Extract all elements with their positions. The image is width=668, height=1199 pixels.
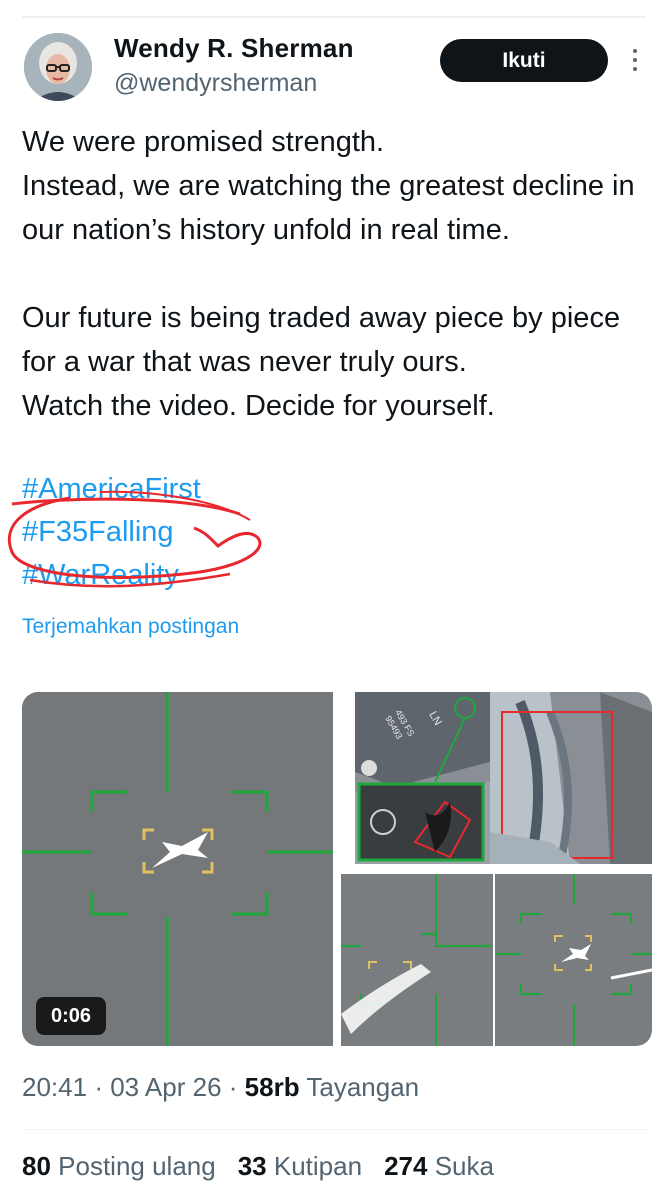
reposts-label: Posting ulang	[58, 1151, 216, 1181]
post-text: We were promised strength. Instead, we a…	[22, 126, 635, 422]
media-grid: LN 493 FS 95493	[22, 692, 652, 1046]
reposts-count: 80	[22, 1151, 51, 1181]
author-name[interactable]: Wendy R. Sherman	[114, 33, 354, 64]
quotes-label: Kutipan	[273, 1151, 363, 1181]
likes-count: 274	[384, 1151, 428, 1181]
reposts-stat[interactable]: 80 Posting ulang	[22, 1151, 216, 1181]
red-annotation-circle	[7, 490, 262, 588]
stats-divider	[22, 1129, 646, 1130]
likes-label: Suka	[434, 1151, 494, 1181]
author-handle[interactable]: @wendyrsherman	[114, 69, 317, 98]
meta-separator: ·	[228, 1072, 238, 1102]
meta-separator: ·	[94, 1072, 103, 1102]
video-thumbnail[interactable]	[22, 692, 333, 1046]
likes-stat[interactable]: 274 Suka	[384, 1151, 494, 1181]
post-time[interactable]: 20:41	[22, 1072, 87, 1102]
avatar-photo	[24, 33, 92, 101]
video-duration-badge: 0:06	[36, 997, 106, 1035]
more-options-icon[interactable]	[626, 44, 644, 78]
translate-post-link[interactable]: Terjemahkan postingan	[22, 615, 239, 639]
post-date[interactable]: 03 Apr 26	[110, 1072, 221, 1102]
wreckage-photo[interactable]	[490, 692, 652, 864]
plane-tail-photo[interactable]: LN 493 FS 95493	[355, 692, 490, 864]
quotes-count: 33	[237, 1151, 267, 1181]
follow-button[interactable]: Ikuti	[440, 39, 608, 82]
top-divider	[22, 16, 646, 18]
quotes-stat[interactable]: 33 Kutipan	[238, 1151, 362, 1181]
views-count: 58rb	[244, 1072, 300, 1102]
views-label: Tayangan	[306, 1072, 420, 1102]
reticle-frames-photo[interactable]	[341, 874, 652, 1046]
author-avatar[interactable]	[24, 33, 92, 101]
post-meta: 20:41 · 03 Apr 26 · 58rb Tayangan	[22, 1072, 419, 1103]
post-stats: 80 Posting ulang 33 Kutipan 274 Suka	[22, 1151, 494, 1182]
